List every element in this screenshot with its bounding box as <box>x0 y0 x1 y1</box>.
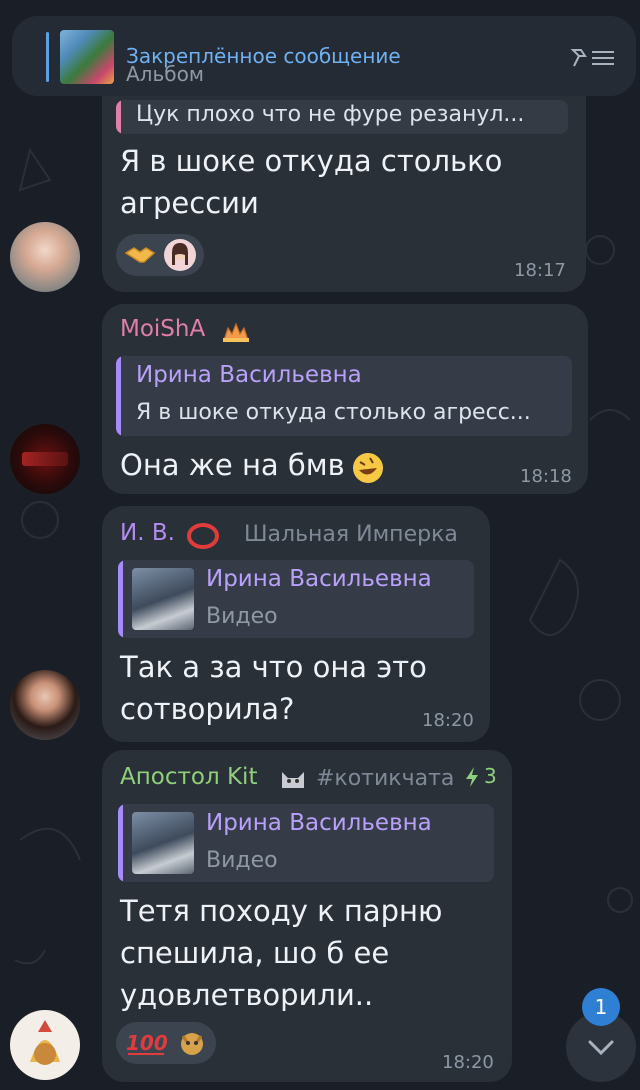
reply-text: Цук плохо что не фуре резанул... <box>136 102 525 127</box>
sender-emoji-icon <box>220 318 252 348</box>
cat-emoji-icon <box>278 764 308 796</box>
cat-sticker-icon <box>176 1027 208 1059</box>
reply-accent-bar <box>118 560 123 638</box>
reply-text: Видео <box>206 604 278 629</box>
boost-icon <box>464 766 482 792</box>
avatar[interactable] <box>10 670 80 740</box>
hashtag-tag[interactable]: #котикчата <box>316 766 454 791</box>
message-text-line: агрессии <box>120 186 259 220</box>
hundred-label: 100 <box>126 1031 168 1055</box>
video-thumbnail <box>132 812 194 874</box>
message-time: 18:20 <box>422 710 474 731</box>
message-text-line: Я в шоке откуда столько <box>120 144 503 178</box>
handshake-icon <box>124 239 156 271</box>
reply-text: Видео <box>206 848 278 873</box>
message-text-line: спешила, шо б ее <box>120 936 390 970</box>
pinned-thumbnail <box>60 30 114 84</box>
sender-name[interactable]: MoiShA <box>120 316 205 342</box>
pinned-subtitle: Альбом <box>126 62 204 86</box>
reply-preview[interactable]: Ирина Васильевна Видео <box>118 804 494 882</box>
avatar-logo-text <box>22 452 68 466</box>
reply-text: Я в шоке откуда столько агресс... <box>136 400 531 425</box>
unread-count-badge: 1 <box>582 988 620 1026</box>
sender-name[interactable]: Апостол Kit <box>120 764 257 790</box>
message-text: Она же на бмв <box>120 448 345 482</box>
reply-author: Ирина Васильевна <box>206 566 432 592</box>
chevron-down-icon <box>588 1040 614 1056</box>
message-time: 18:18 <box>520 466 572 487</box>
sender-name[interactable]: И. В. <box>120 520 175 546</box>
reply-accent-bar <box>116 100 121 134</box>
video-thumbnail <box>132 568 194 630</box>
pinned-message-bar[interactable]: Закреплённое сообщение Альбом <box>12 16 636 96</box>
rofl-emoji-icon <box>350 450 386 490</box>
avatar-girl-icon <box>164 239 196 271</box>
message-text-line: удовлетворили.. <box>120 978 374 1012</box>
message-time: 18:20 <box>442 1052 494 1073</box>
avatar[interactable] <box>10 1010 80 1080</box>
pinned-indicator <box>46 32 49 82</box>
reaction-group[interactable]: 100 <box>116 1022 216 1064</box>
unpin-list-icon[interactable] <box>570 46 616 70</box>
avatar[interactable] <box>10 222 80 292</box>
message-bubble[interactable]: MoiShA Ирина Васильевна Я в шоке откуда … <box>102 304 588 494</box>
message-bubble[interactable]: Цук плохо что не фуре резанул... Я в шок… <box>102 96 586 292</box>
admin-title: Шальная Имперка <box>244 522 458 547</box>
message-text-line: Тетя походу к парню <box>120 894 443 928</box>
hundred-icon: 100 <box>124 1027 168 1059</box>
red-circle-icon <box>186 522 220 554</box>
message-bubble[interactable]: Апостол Kit #котикчата 3 Ирина Васильевн… <box>102 750 512 1082</box>
boost-count: 3 <box>484 764 497 788</box>
avatar[interactable] <box>10 424 80 494</box>
message-bubble[interactable]: И. В. Шальная Имперка Ирина Васильевна В… <box>102 506 490 742</box>
reply-accent-bar <box>116 356 121 436</box>
reply-preview[interactable]: Ирина Васильевна Я в шоке откуда столько… <box>116 356 572 436</box>
reply-author: Ирина Васильевна <box>136 362 362 388</box>
reply-preview[interactable]: Цук плохо что не фуре резанул... <box>116 100 568 134</box>
reply-accent-bar <box>118 804 123 882</box>
reaction-group[interactable] <box>116 234 204 276</box>
reply-preview[interactable]: Ирина Васильевна Видео <box>118 560 474 638</box>
reply-author: Ирина Васильевна <box>206 810 432 836</box>
message-text-line: сотворила? <box>120 692 295 726</box>
cat-crown-avatar-icon <box>30 1020 60 1065</box>
message-text-line: Так а за что она это <box>120 650 427 684</box>
message-time: 18:17 <box>514 260 566 281</box>
